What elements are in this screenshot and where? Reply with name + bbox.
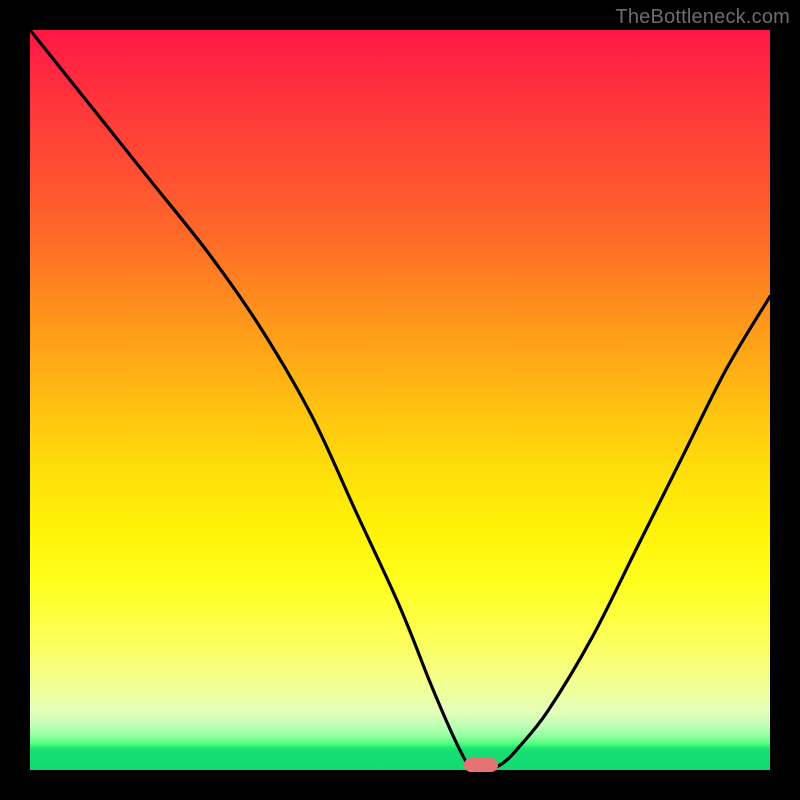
chart-frame: TheBottleneck.com — [0, 0, 800, 800]
attribution-label: TheBottleneck.com — [615, 6, 790, 29]
curve-path — [30, 30, 770, 770]
optimal-marker — [464, 758, 498, 772]
plot-area — [30, 30, 770, 770]
bottleneck-curve — [30, 30, 770, 770]
